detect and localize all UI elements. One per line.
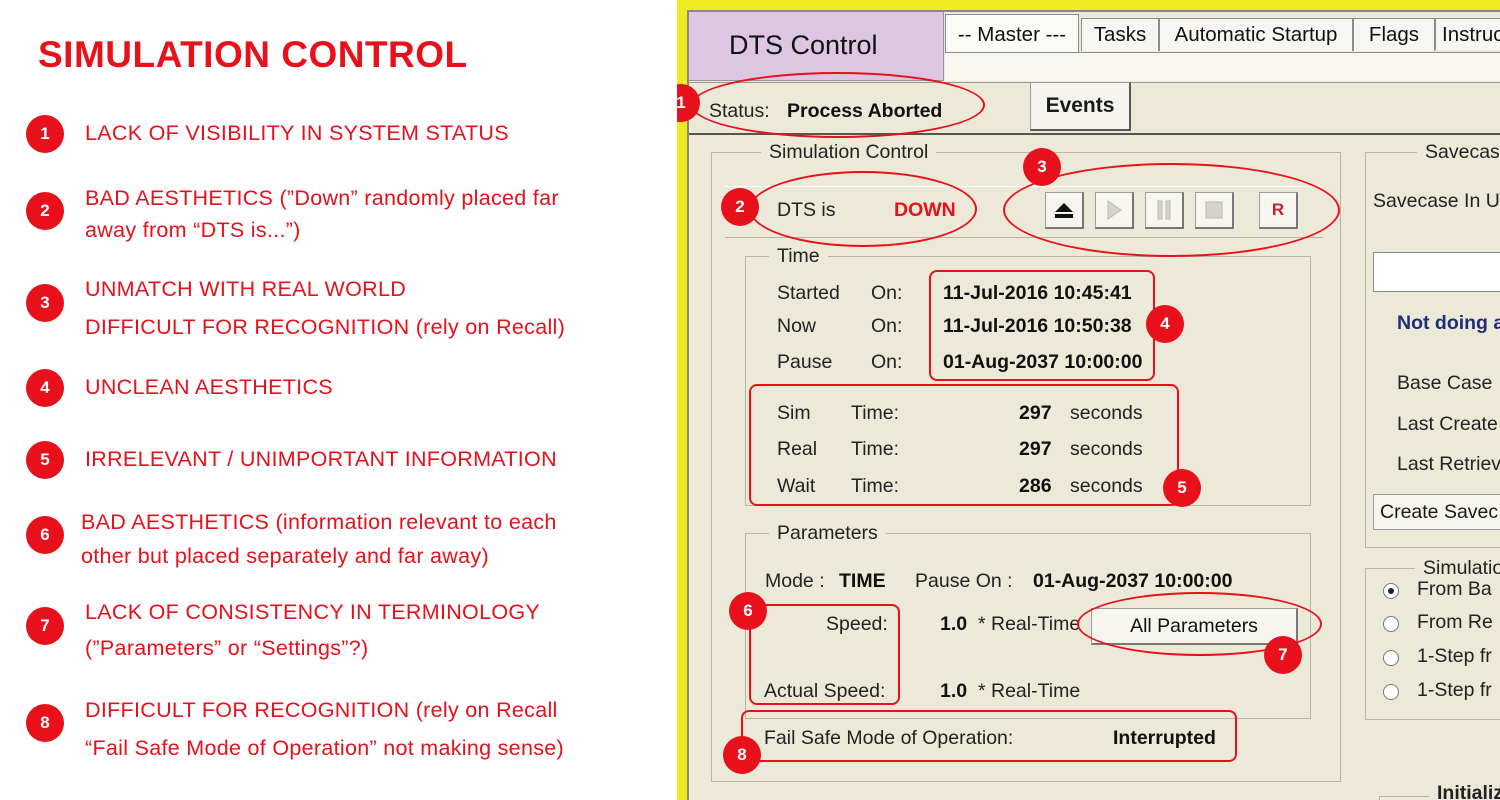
tab-flags[interactable]: Flags xyxy=(1353,18,1435,51)
annotation-marker-7: 7 xyxy=(1264,636,1302,674)
time-group-label: Time xyxy=(769,245,828,268)
annotation-ring-1 xyxy=(691,72,985,138)
tab-tasks[interactable]: Tasks xyxy=(1081,18,1159,51)
issue-number-8: 8 xyxy=(26,704,64,742)
annotation-marker-6: 6 xyxy=(729,592,767,630)
tab-automatic-startup[interactable]: Automatic Startup xyxy=(1159,18,1353,51)
annotation-box-5 xyxy=(749,384,1179,506)
radio-from-base[interactable] xyxy=(1383,583,1399,599)
issue-7-line-2: (”Parameters” or “Settings”?) xyxy=(85,636,369,660)
issue-number-1: 1 xyxy=(26,115,64,153)
radio-1-step-a[interactable] xyxy=(1383,650,1399,666)
tab-master[interactable]: -- Master --- xyxy=(945,14,1079,54)
issue-2-line-2: away from “DTS is...”) xyxy=(85,218,301,242)
issue-5-line-1: IRRELEVANT / UNIMPORTANT INFORMATION xyxy=(85,447,557,471)
option-1-step-a: 1-Step fr xyxy=(1417,645,1492,667)
param-pause-label: Pause On : xyxy=(915,570,1013,592)
initialize-group-label: Initializ xyxy=(1429,782,1500,800)
savecase-input[interactable] xyxy=(1373,252,1500,292)
app-title: DTS Control xyxy=(729,30,878,60)
issue-number-3: 3 xyxy=(26,284,64,322)
started-on-label: On: xyxy=(871,282,903,304)
annotation-box-8 xyxy=(741,710,1237,762)
speed-value: 1.0 xyxy=(940,613,968,635)
now-label: Now xyxy=(777,315,817,337)
issue-6-line-1: BAD AESTHETICS (information relevant to … xyxy=(81,510,557,534)
app-title-box: DTS Control xyxy=(689,12,944,81)
issue-number-7: 7 xyxy=(26,607,64,645)
last-created-label: Last Create xyxy=(1397,413,1498,435)
param-pause-value: 01-Aug-2037 10:00:00 xyxy=(1033,570,1233,592)
issue-2-text: BAD AESTHETICS (”Down” randomly placed f… xyxy=(85,182,559,246)
savecase-group-label: Savecas xyxy=(1417,141,1500,164)
issue-3-line-2: DIFFICULT FOR RECOGNITION (rely on Recal… xyxy=(85,315,566,339)
savecase-in-use-label: Savecase In U xyxy=(1373,190,1500,212)
annotation-box-4 xyxy=(929,270,1155,381)
issue-1-line-1: LACK OF VISIBILITY IN SYSTEM STATUS xyxy=(85,121,509,145)
issue-number-5: 5 xyxy=(26,441,64,479)
last-retrieved-label: Last Retriev xyxy=(1397,453,1500,475)
annotation-box-6 xyxy=(749,604,900,705)
issue-5-text: IRRELEVANT / UNIMPORTANT INFORMATION xyxy=(85,443,557,475)
issue-4-text: UNCLEAN AESTHETICS xyxy=(85,371,333,403)
events-button[interactable]: Events xyxy=(1030,82,1131,131)
issue-6-line-2: other but placed separately and far away… xyxy=(81,544,489,568)
issue-1-text: LACK OF VISIBILITY IN SYSTEM STATUS xyxy=(85,117,509,149)
issue-8-line-1: DIFFICULT FOR RECOGNITION (rely on Recal… xyxy=(85,698,558,722)
simulation-control-label: Simulation Control xyxy=(761,141,937,164)
radio-selected-dot xyxy=(1388,588,1394,594)
issue-number-6: 6 xyxy=(26,516,64,554)
savecase-status: Not doing a xyxy=(1397,312,1500,334)
pause-label: Pause xyxy=(777,351,833,373)
annotation-marker-4: 4 xyxy=(1146,305,1184,343)
actual-speed-unit: * Real-Time xyxy=(978,680,1081,702)
annotation-marker-5: 5 xyxy=(1163,469,1201,507)
page-title: SIMULATION CONTROL xyxy=(38,34,468,75)
started-label: Started xyxy=(777,282,840,304)
mode-value: TIME xyxy=(839,570,886,592)
issue-7-line-1: LACK OF CONSISTENCY IN TERMINOLOGY xyxy=(85,600,541,624)
actual-speed-value: 1.0 xyxy=(940,680,968,702)
tab-instructions[interactable]: Instruc xyxy=(1435,18,1500,50)
screenshot-frame: DTS Control -- Master --- Tasks Automati… xyxy=(677,0,1500,800)
parameters-group-label: Parameters xyxy=(769,522,886,545)
issue-6-text: BAD AESTHETICS (information relevant to … xyxy=(81,505,557,573)
annotation-marker-2: 2 xyxy=(721,188,759,226)
issue-7-text: LACK OF CONSISTENCY IN TERMINOLOGY (”Par… xyxy=(85,594,540,666)
option-1-step-b: 1-Step fr xyxy=(1417,679,1492,701)
option-from-base: From Ba xyxy=(1417,578,1492,600)
annotation-marker-3: 3 xyxy=(1023,148,1061,186)
annotation-marker-8: 8 xyxy=(723,736,761,774)
annotation-ring-2 xyxy=(749,171,977,247)
now-on-label: On: xyxy=(871,315,903,337)
issue-number-2: 2 xyxy=(26,192,64,230)
radio-from-recorded[interactable] xyxy=(1383,616,1399,632)
issue-2-line-1: BAD AESTHETICS (”Down” randomly placed f… xyxy=(85,186,559,210)
issue-number-4: 4 xyxy=(26,369,64,407)
option-from-recorded: From Re xyxy=(1417,611,1493,633)
speed-unit: * Real-Time xyxy=(978,613,1081,635)
issue-4-line-1: UNCLEAN AESTHETICS xyxy=(85,375,333,399)
issue-8-text: DIFFICULT FOR RECOGNITION (rely on Recal… xyxy=(85,691,564,767)
create-savecase-button[interactable]: Create Savec xyxy=(1373,494,1500,530)
pause-on-label: On: xyxy=(871,351,903,373)
simulation-mode-label: Simulatio xyxy=(1415,557,1500,580)
tab-strip-body xyxy=(945,52,1500,81)
issue-3-text: UNMATCH WITH REAL WORLD DIFFICULT FOR RE… xyxy=(85,270,565,346)
issue-3-line-1: UNMATCH WITH REAL WORLD xyxy=(85,277,407,301)
issue-8-line-2: “Fail Safe Mode of Operation” not making… xyxy=(85,736,564,760)
radio-1-step-b[interactable] xyxy=(1383,684,1399,700)
base-case-label: Base Case xyxy=(1397,372,1493,394)
mode-label: Mode : xyxy=(765,570,825,592)
